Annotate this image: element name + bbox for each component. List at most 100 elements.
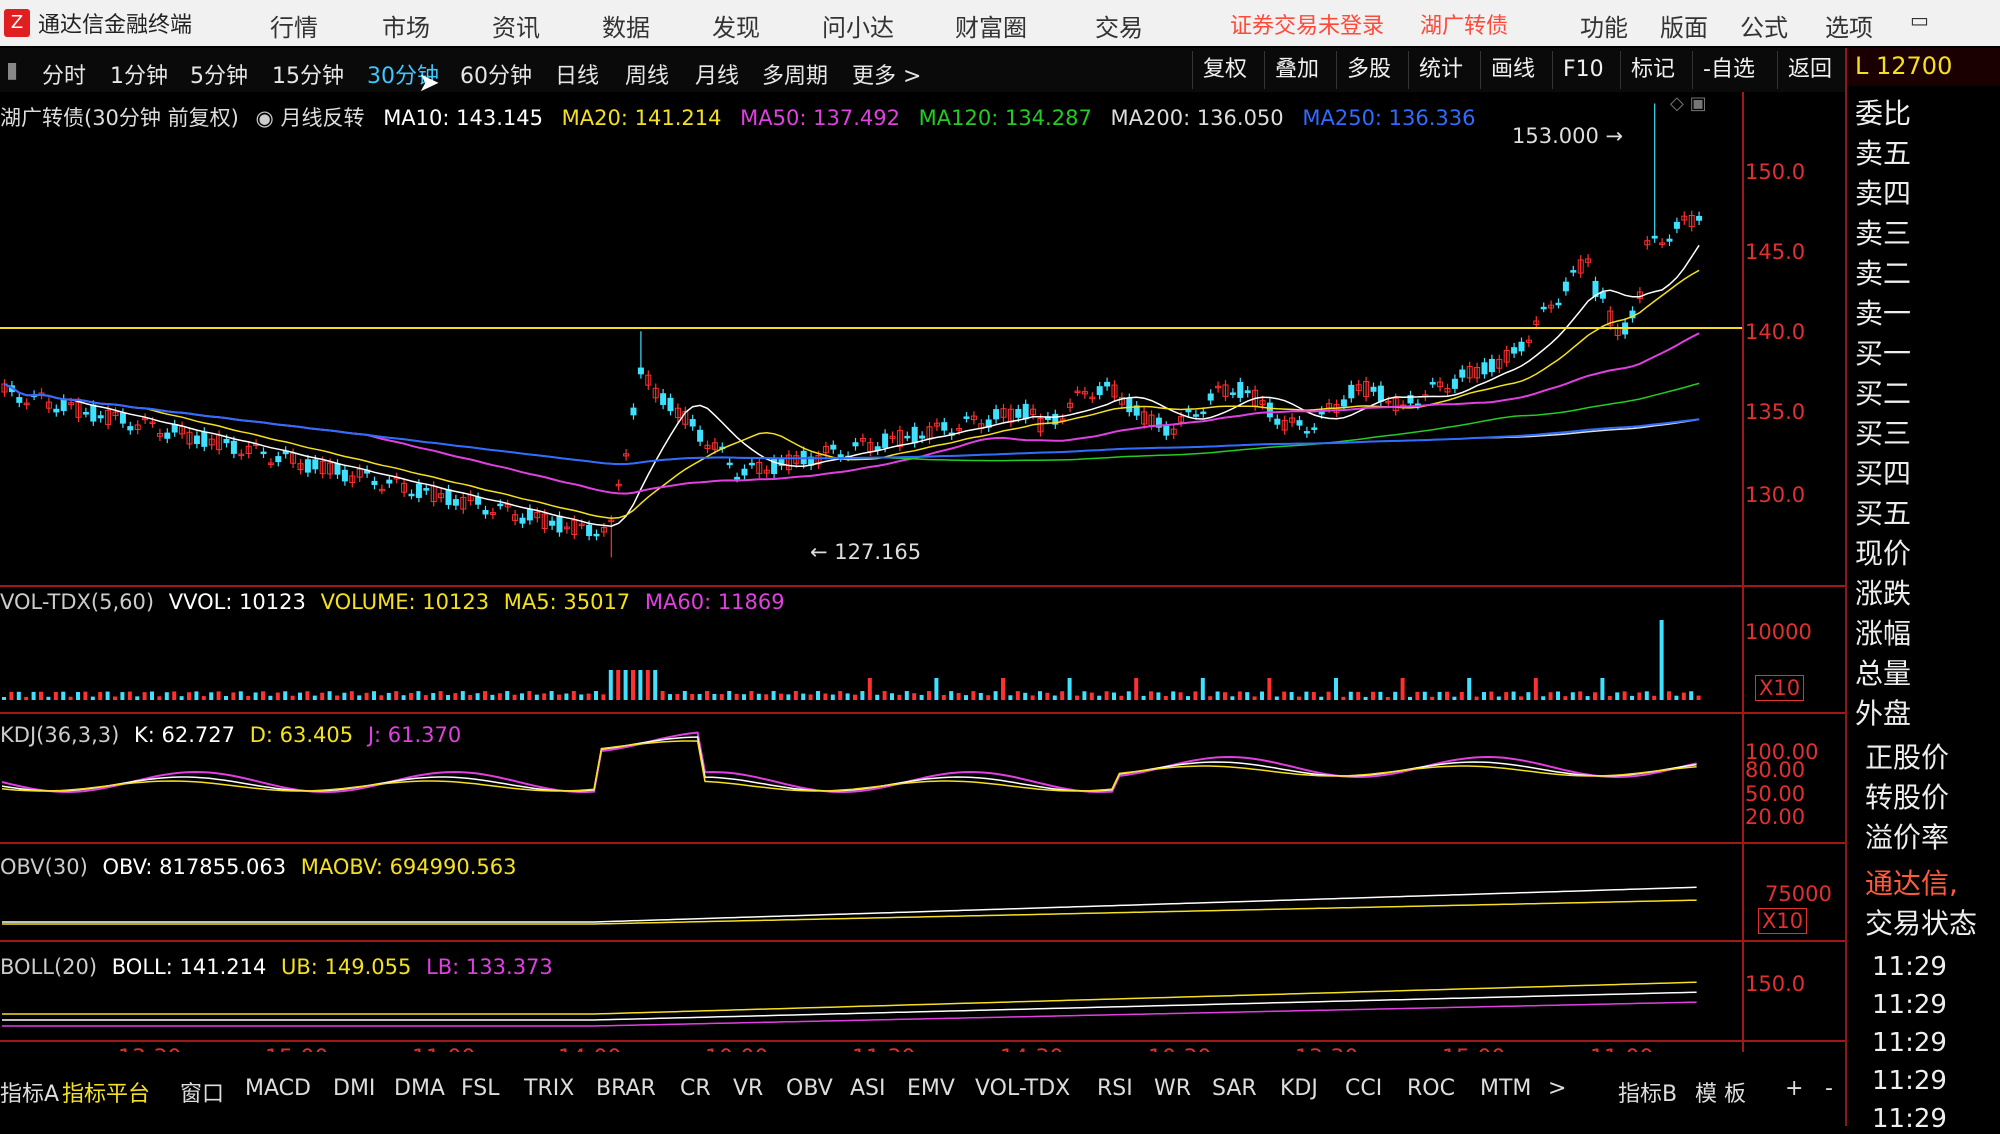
kline-chart[interactable] [0, 92, 1845, 1052]
indicator-fsl[interactable]: FSL [461, 1076, 500, 1101]
tab-1min[interactable]: 1分钟 [110, 58, 168, 90]
menu-function[interactable]: 功能 [1580, 8, 1628, 43]
volume-bar [1311, 691, 1316, 700]
indicator-a-tab[interactable]: 指标A [0, 1076, 59, 1108]
menu-wealth[interactable]: 财富圈 [955, 8, 1027, 43]
volume-bar [1489, 691, 1494, 700]
indicator-vr[interactable]: VR [733, 1076, 763, 1101]
indicator-more-icon[interactable]: > [1548, 1076, 1566, 1101]
indicator-b-tab[interactable]: 指标B [1618, 1076, 1677, 1108]
volume-bar [1630, 695, 1634, 700]
indicator-wr[interactable]: WR [1154, 1076, 1191, 1101]
tab-multi-period[interactable]: 多周期 [762, 58, 828, 90]
indicator-macd[interactable]: MACD [245, 1076, 311, 1101]
indicator-roc[interactable]: ROC [1407, 1076, 1455, 1101]
candle-body [193, 435, 200, 445]
candle-body [304, 459, 311, 473]
adjust-button[interactable]: 复权 [1192, 51, 1257, 89]
menu-market[interactable]: 市场 [382, 8, 430, 43]
volume-bar [1319, 696, 1324, 700]
indicator-kdj[interactable]: KDJ [1280, 1076, 1318, 1101]
window-restore-icon[interactable]: ▭ [1910, 8, 1929, 32]
volume-bar [571, 691, 576, 700]
tab-monthly[interactable]: 月线 [695, 58, 739, 90]
zoom-in-button[interactable]: + [1785, 1076, 1803, 1101]
app-title: 通达信金融终端 [38, 13, 193, 38]
ask4-label: 卖四 [1855, 177, 1912, 210]
candle-body [82, 412, 89, 415]
tab-weekly[interactable]: 周线 [625, 58, 669, 90]
candle-body [1126, 397, 1133, 413]
f10-button[interactable]: F10 [1552, 51, 1614, 89]
menu-trade[interactable]: 交易 [1095, 8, 1143, 43]
indicator-asi[interactable]: ASI [850, 1076, 886, 1101]
boll-legend: BOLL(20) BOLL: 141.214 UB: 149.055 LB: 1… [0, 955, 553, 979]
tab-60min[interactable]: 60分钟 [460, 58, 532, 90]
indicator-platform-tab[interactable]: 指标平台 [62, 1076, 150, 1108]
volume-bar [1600, 678, 1605, 700]
indicator-trix[interactable]: TRIX [524, 1076, 574, 1101]
indicator-brar[interactable]: BRAR [596, 1076, 656, 1101]
volume-bar [1667, 691, 1671, 700]
candle-body [1562, 281, 1569, 292]
volume-bar [1163, 696, 1168, 700]
vol-tick: 10000 [1745, 620, 1812, 644]
tab-more[interactable]: 更多 > [852, 58, 921, 90]
indicator-dma[interactable]: DMA [394, 1076, 445, 1101]
indicator-mtm[interactable]: MTM [1480, 1076, 1531, 1101]
menu-market-quote[interactable]: 行情 [270, 8, 318, 43]
indicator-cr[interactable]: CR [680, 1076, 711, 1101]
volume-bar [912, 693, 917, 700]
volume-bar [460, 691, 465, 700]
tab-5min[interactable]: 5分钟 [190, 58, 248, 90]
volume-bar [964, 695, 968, 700]
menu-ask[interactable]: 问小达 [822, 8, 894, 43]
volume-bar [497, 693, 502, 700]
candle-body [1192, 414, 1199, 417]
window-tab[interactable]: 窗口 [180, 1076, 224, 1108]
back-button[interactable]: 返回 [1777, 51, 1842, 89]
mark-button[interactable]: 标记 [1620, 51, 1685, 89]
candle-body [549, 520, 556, 526]
draw-line-button[interactable]: 画线 [1480, 51, 1545, 89]
zoom-out-button[interactable]: - [1825, 1076, 1833, 1101]
candle-body [1311, 427, 1318, 430]
indicator-rsi[interactable]: RSI [1097, 1076, 1133, 1101]
template-tab[interactable]: 模 板 [1695, 1076, 1746, 1108]
indicator-cci[interactable]: CCI [1345, 1076, 1382, 1101]
overlay-button[interactable]: 叠加 [1264, 51, 1329, 89]
menu-news[interactable]: 资讯 [492, 8, 540, 43]
menu-layout[interactable]: 版面 [1660, 8, 1708, 43]
total-volume-label: 总量 [1855, 657, 1912, 690]
volume-bar [616, 670, 621, 700]
candle-body [1229, 392, 1236, 395]
indicator-vol-tdx[interactable]: VOL-TDX [975, 1076, 1070, 1101]
indicator-emv[interactable]: EMV [907, 1076, 955, 1101]
statistics-button[interactable]: 统计 [1408, 51, 1473, 89]
volume-bar [416, 691, 421, 700]
indicator-dmi[interactable]: DMI [333, 1076, 375, 1101]
panel-toggle-icon[interactable]: ◇ ▣ [1670, 93, 1707, 114]
tab-daily[interactable]: 日线 [555, 58, 599, 90]
tab-15min[interactable]: 15分钟 [272, 58, 344, 90]
vol-name: VOL-TDX(5,60) [0, 590, 155, 614]
login-warning[interactable]: 证券交易未登录 [1230, 8, 1384, 40]
candle-body [1599, 291, 1606, 299]
volume-bar [1141, 695, 1146, 700]
multi-stock-button[interactable]: 多股 [1336, 51, 1401, 89]
obv-name: OBV(30) [0, 855, 88, 879]
menu-data[interactable]: 数据 [602, 8, 650, 43]
security-name: 湖广转债 [1420, 14, 1509, 39]
indicator-obv[interactable]: OBV [786, 1076, 833, 1101]
tab-intraday[interactable]: 分时 [42, 58, 86, 90]
menu-bar: Z 通达信金融终端 行情 市场 资讯 数据 发现 问小达 财富圈 交易 证券交易… [0, 0, 2000, 46]
menu-discover[interactable]: 发现 [712, 8, 760, 43]
vol-legend: VOL-TDX(5,60) VVOL: 10123 VOLUME: 10123 … [0, 590, 785, 614]
candle-body [734, 476, 741, 480]
volume-bar [934, 678, 939, 700]
indicator-sar[interactable]: SAR [1212, 1076, 1257, 1101]
menu-options[interactable]: 选项 [1825, 8, 1873, 43]
menu-formula[interactable]: 公式 [1740, 8, 1788, 43]
watchlist-button[interactable]: -自选 [1692, 51, 1765, 89]
candle-body [1022, 403, 1029, 420]
